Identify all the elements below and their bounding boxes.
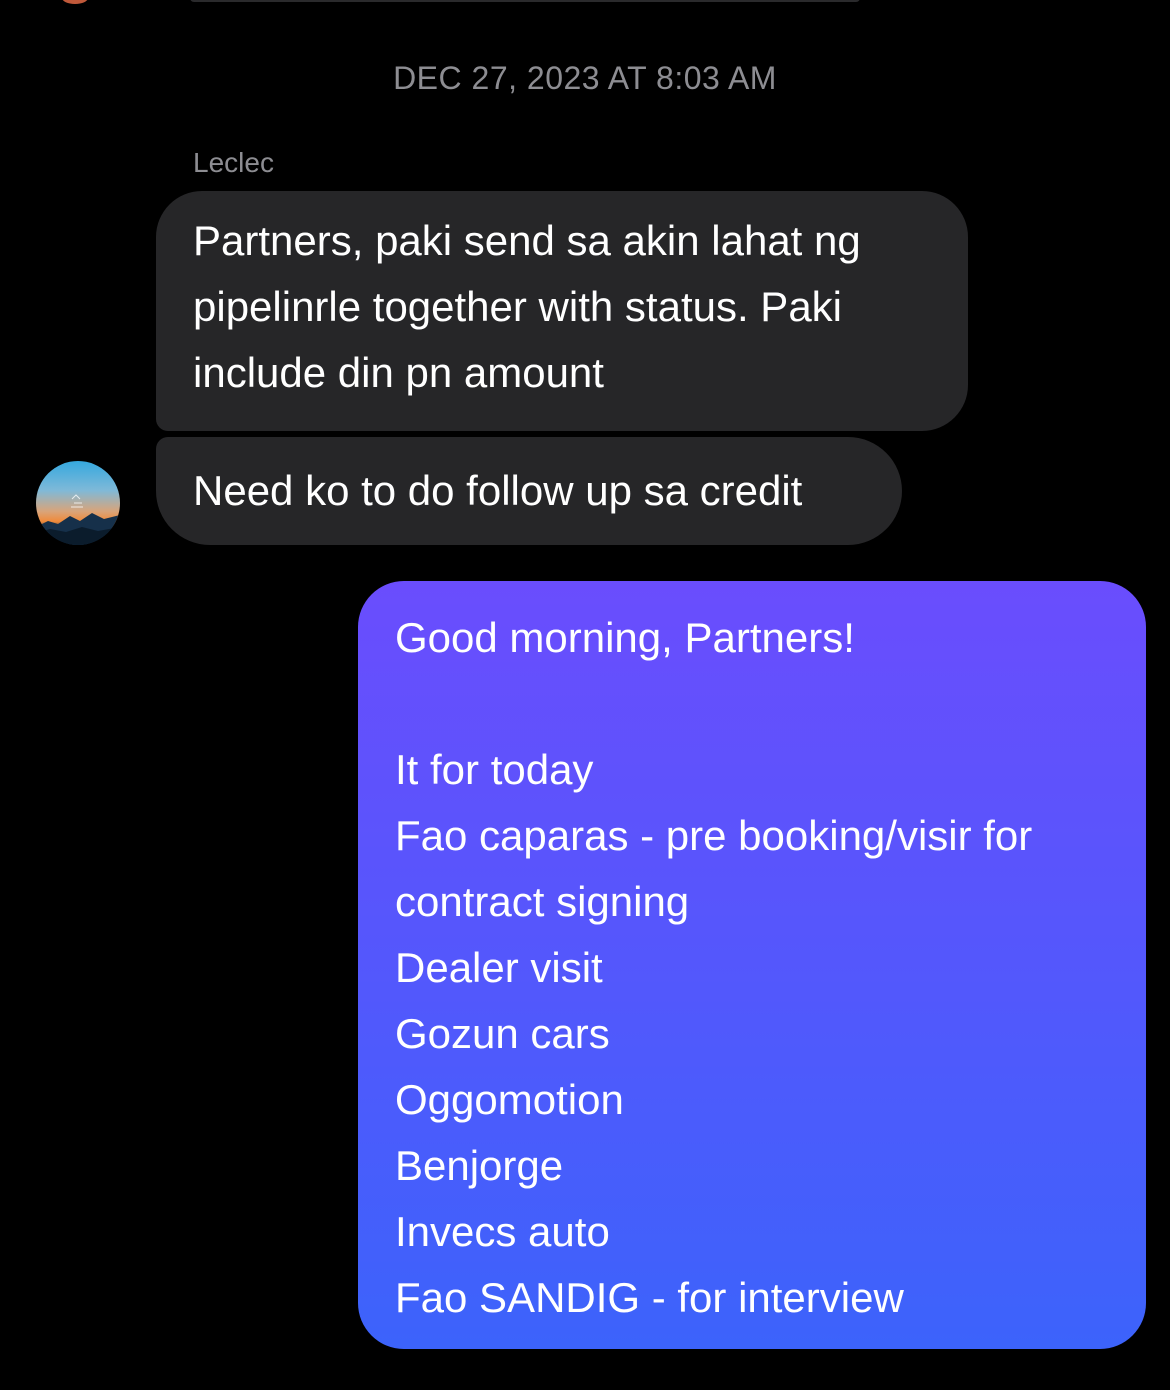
- message-text-line: Invecs auto: [395, 1208, 610, 1255]
- message-text-line: Oggomotion: [395, 1076, 624, 1123]
- message-text-line: Fao SANDIG - for interview: [395, 1274, 904, 1321]
- sender-name: Leclec: [193, 147, 274, 178]
- incoming-message-bubble[interactable]: Partners, paki send sa akin lahat ng pip…: [156, 191, 968, 431]
- message-text-line: pipelinrle together with status. Paki: [193, 283, 843, 330]
- message-text-line: Dealer visit: [395, 944, 603, 991]
- previous-message-bubble-edge: [190, 0, 860, 2]
- message-text-line: Fao caparas - pre booking/visir for: [395, 812, 1033, 859]
- message-timestamp: DEC 27, 2023 AT 8:03 AM: [393, 60, 777, 96]
- message-text-line: include din pn amount: [193, 349, 604, 396]
- outgoing-message-bubble[interactable]: Good morning, Partners! It for today Fao…: [358, 581, 1146, 1349]
- message-text-line: Gozun cars: [395, 1010, 610, 1057]
- previous-message-avatar-edge: [62, 0, 88, 4]
- sender-avatar[interactable]: [36, 461, 120, 545]
- message-text-line: Good morning, Partners!: [395, 614, 855, 661]
- message-text-line: Benjorge: [395, 1142, 564, 1189]
- sunset-mountain-avatar-icon: [36, 494, 120, 545]
- message-text-line: Need ko to do follow up sa credit: [193, 467, 803, 514]
- message-text-line: It for today: [395, 746, 594, 793]
- message-text-line: contract signing: [395, 878, 690, 925]
- incoming-message-bubble[interactable]: Need ko to do follow up sa credit: [156, 437, 902, 545]
- message-text-line: Partners, paki send sa akin lahat ng: [193, 217, 861, 264]
